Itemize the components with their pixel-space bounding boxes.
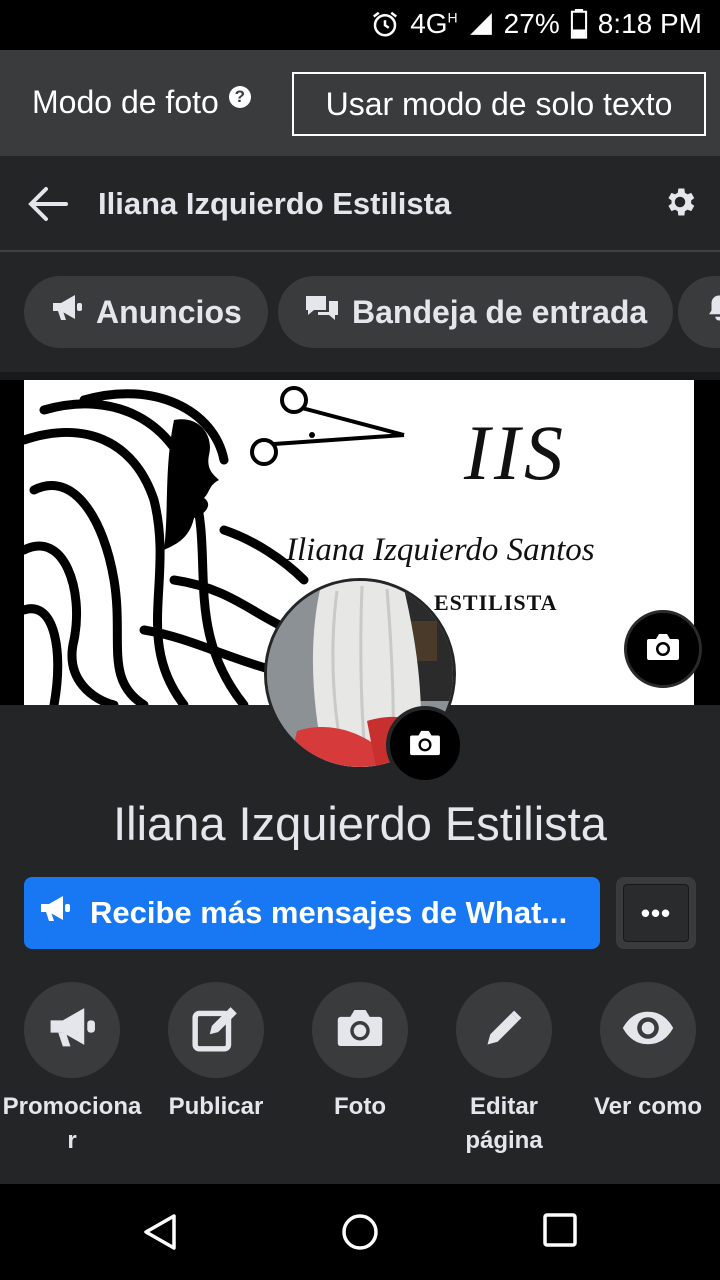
more-dots-icon: ••• [623,884,689,942]
chip-anuncios[interactable]: Anuncios [24,276,268,348]
action-circle[interactable] [312,982,408,1078]
home-nav-icon[interactable] [340,1212,380,1257]
camera-icon [335,1007,385,1054]
action-circle[interactable] [24,982,120,1078]
promo-label: Recibe más mensajes de What... [90,895,568,930]
edit-profile-camera-button[interactable] [386,706,464,784]
edit-square-icon [191,1003,241,1058]
action-publicar[interactable]: Publicar [144,982,288,1124]
logo-name: Iliana Izquierdo Santos [286,532,595,568]
action-foto[interactable]: Foto [288,982,432,1124]
text-only-mode-button[interactable]: Usar modo de solo texto [292,72,706,136]
megaphone-icon [46,1005,98,1056]
status-bar: 4GH 27% 8:18 PM [0,0,720,50]
back-arrow-icon[interactable] [26,184,68,229]
page-header: Iliana Izquierdo Estilista [0,156,720,252]
photo-mode-label: Modo de foto ? [32,84,251,121]
gear-icon[interactable] [662,184,698,225]
action-circle[interactable] [168,982,264,1078]
more-options-button[interactable]: ••• [616,877,696,949]
signal-icon [468,11,494,37]
pencil-icon [482,1006,526,1055]
battery-percent: 27% [503,8,560,39]
action-label: Ver como [593,1093,703,1120]
action-label: Foto [334,1093,386,1120]
quick-actions-row: Anuncios Bandeja de entrada [0,252,720,374]
divider [0,372,720,380]
chat-bubbles-icon [304,292,340,332]
page-title: Iliana Izquierdo Estilista [98,186,452,221]
action-editar-pagina[interactable]: Editar página [432,982,576,1158]
recents-nav-icon[interactable] [542,1212,578,1253]
logo-subtitle: ESTILISTA [434,590,558,615]
megaphone-icon [50,293,84,331]
page-name: Iliana Izquierdo Estilista [113,797,607,850]
eye-icon [621,1010,675,1051]
back-nav-icon[interactable] [140,1212,180,1257]
alarm-icon [370,9,400,39]
action-label: Editar página [465,1093,543,1154]
photo-mode-bar: Modo de foto ? Usar modo de solo texto [0,50,720,156]
action-label: Promociona r [2,1093,142,1154]
action-ver-como[interactable]: Ver como [576,982,720,1124]
megaphone-icon [38,894,72,932]
camera-icon [645,632,681,667]
battery-icon [570,9,588,39]
action-label: Publicar [168,1093,264,1120]
logo-initials: IIS [464,409,567,496]
camera-icon [408,729,442,762]
network-type: 4GH [410,8,458,39]
edit-cover-camera-button[interactable] [624,610,702,688]
bell-icon [704,292,720,332]
whatsapp-promo-button[interactable]: Recibe más mensajes de What... [24,877,600,949]
android-nav-bar [0,1184,720,1280]
action-circle[interactable] [456,982,552,1078]
chip-notifications[interactable] [678,276,720,348]
action-promocionar[interactable]: Promociona r [0,982,144,1158]
action-circle[interactable] [600,982,696,1078]
clock: 8:18 PM [597,8,702,39]
chip-bandeja-de-entrada[interactable]: Bandeja de entrada [278,276,674,348]
help-icon[interactable]: ? [228,85,251,108]
